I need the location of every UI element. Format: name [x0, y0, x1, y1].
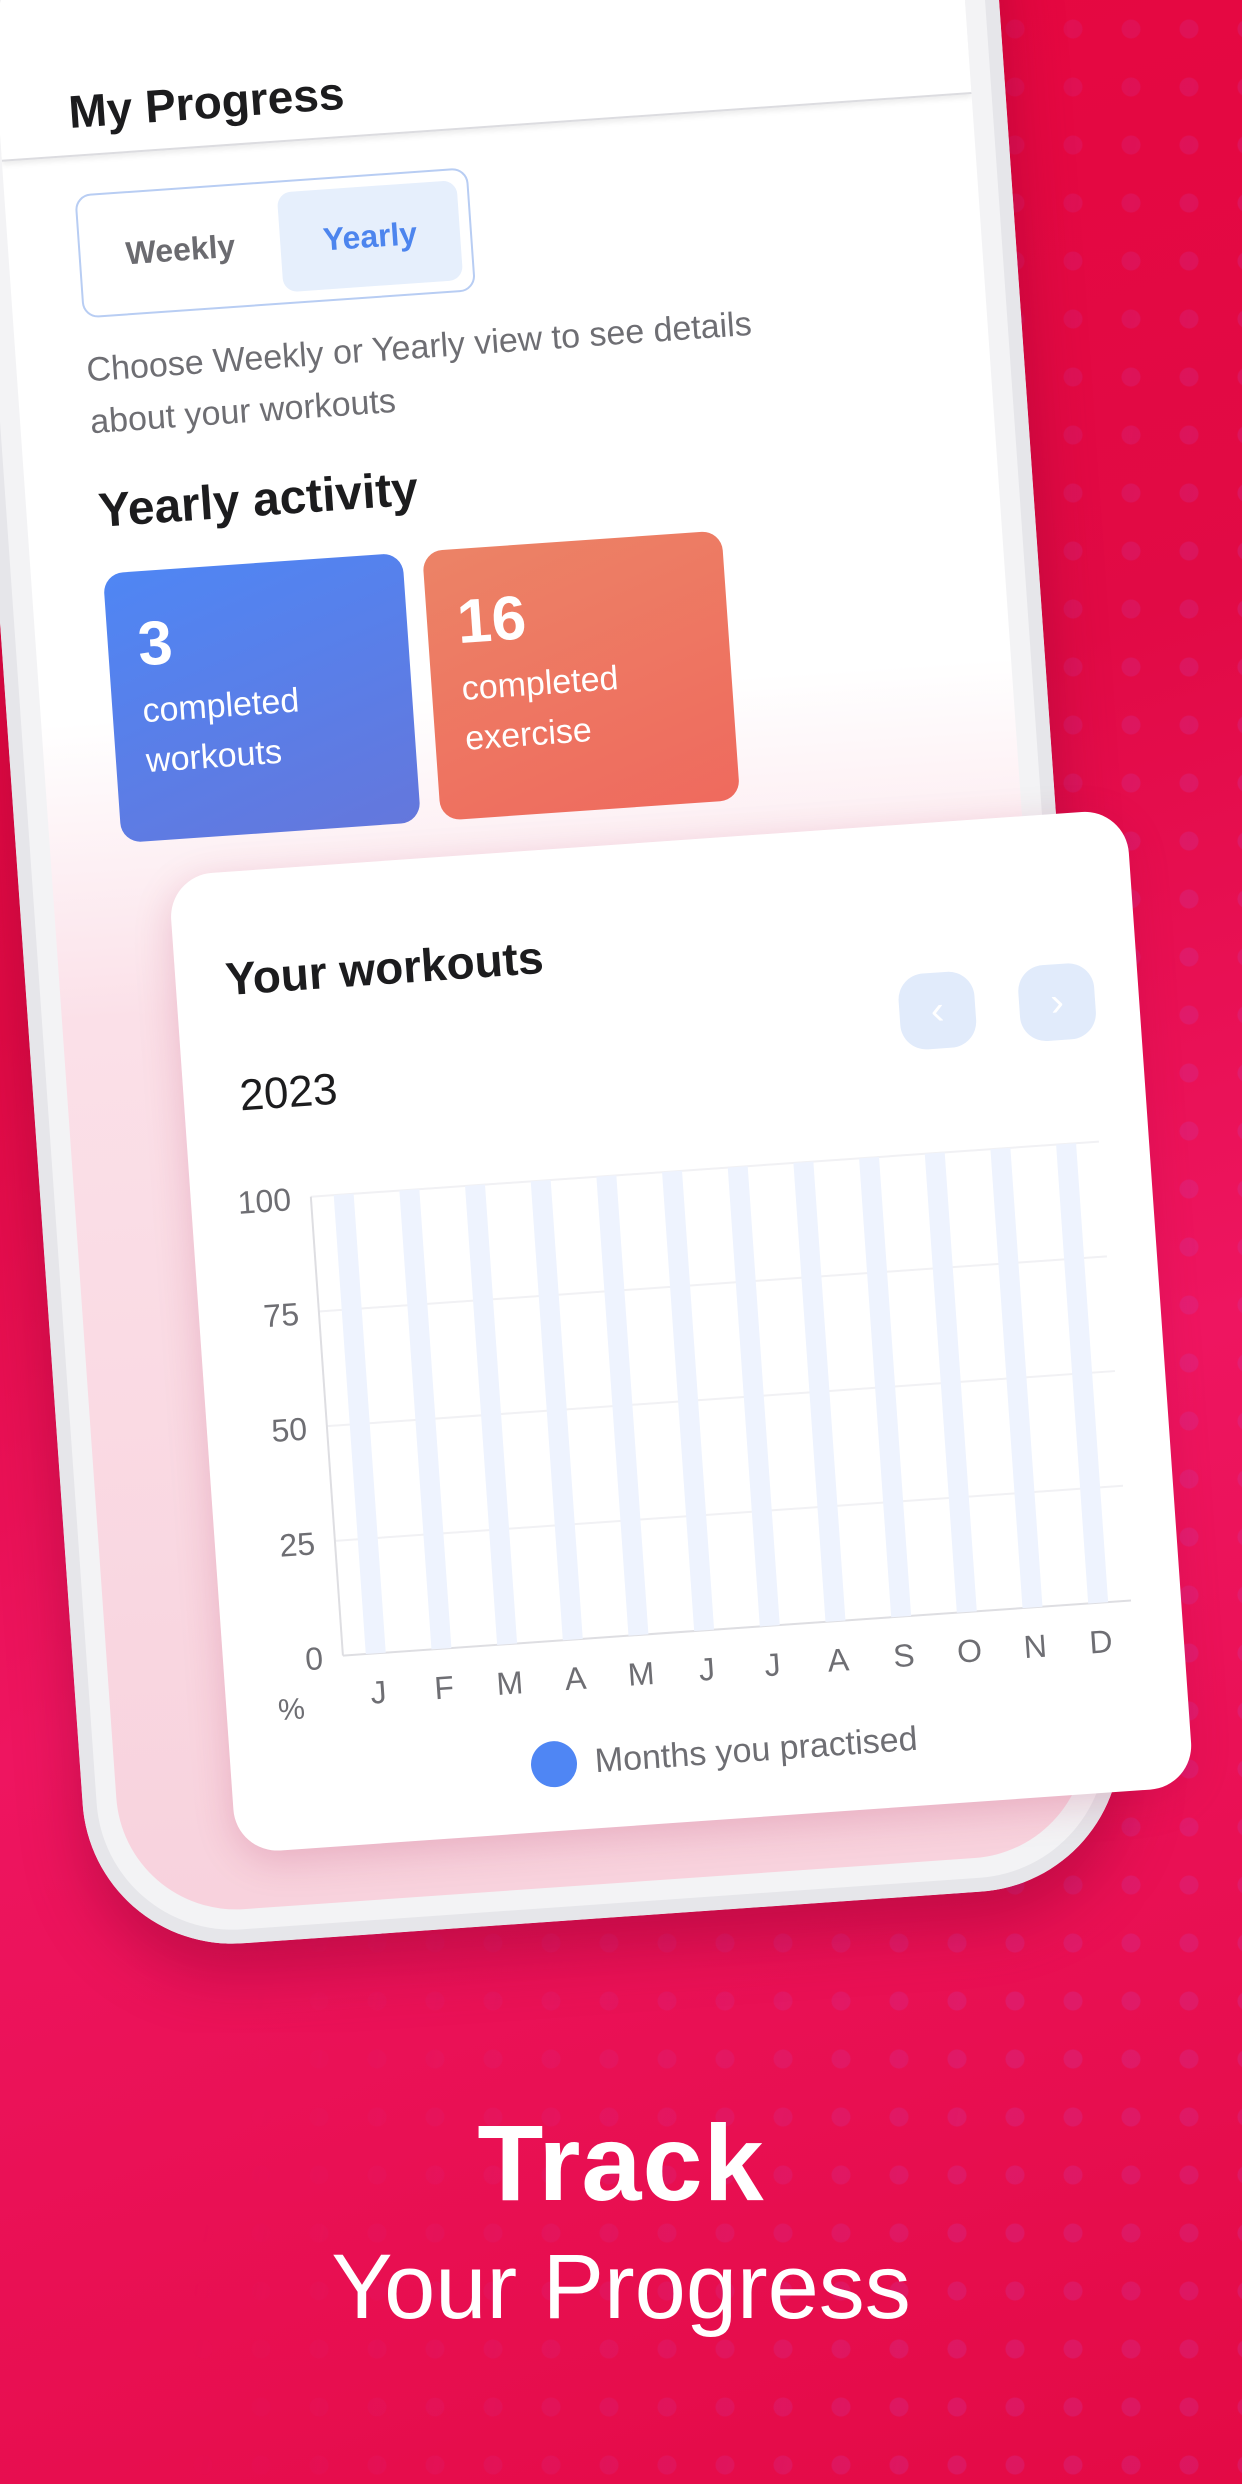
promo-headline: Track: [477, 2102, 765, 2223]
bar-track: [530, 1179, 583, 1641]
y-tick-label: 50: [270, 1411, 308, 1449]
workouts-card: Your workouts 2023 ‹ › 0 25 50 75 100 J F M A M J J…: [168, 808, 1195, 1854]
promo-text: Track Your Progress: [0, 2100, 1242, 2340]
yearly-activity-title: Yearly activity: [96, 462, 420, 538]
promo-subheadline: Your Progress: [331, 2236, 911, 2338]
stat-value: 3: [135, 608, 175, 680]
y-axis-unit-label: %: [277, 1692, 306, 1727]
helper-text: Choose Weekly or Yearly view to see deta…: [85, 304, 753, 442]
stat-card-exercise: 16 completed exercise: [422, 530, 741, 821]
y-tick-label: 75: [262, 1296, 300, 1334]
previous-year-button[interactable]: ‹: [896, 970, 978, 1052]
bar-track: [333, 1193, 386, 1655]
x-tick-label: J: [698, 1651, 716, 1688]
x-tick-label: M: [627, 1655, 656, 1693]
year-label: 2023: [237, 1064, 339, 1121]
x-tick-label: N: [1022, 1628, 1048, 1666]
stat-value: 16: [454, 583, 529, 658]
bar-track: [596, 1175, 649, 1636]
x-tick-label: J: [369, 1674, 387, 1711]
bar-track: [793, 1161, 846, 1622]
chevron-right-icon: ›: [1048, 979, 1066, 1025]
legend-swatch: [529, 1739, 579, 1789]
y-tick-label: 100: [236, 1181, 292, 1221]
chart-legend: Months you practised: [529, 1716, 919, 1789]
x-axis: [342, 1599, 1132, 1657]
x-tick-label: O: [956, 1632, 983, 1670]
x-tick-label: D: [1088, 1623, 1114, 1661]
x-tick-label: F: [433, 1669, 455, 1706]
workouts-bar-chart: 0 25 50 75 100 J F M A M J J A S O N D%: [236, 1140, 1132, 1727]
x-tick-label: M: [495, 1664, 524, 1702]
view-segmented-control: Weekly Yearly: [74, 167, 477, 319]
page-title: My Progress: [66, 66, 346, 138]
bar-track: [662, 1170, 715, 1632]
chevron-left-icon: ‹: [929, 987, 946, 1033]
segment-weekly[interactable]: Weekly: [87, 193, 274, 305]
bar-track: [859, 1157, 912, 1618]
workouts-card-title: Your workouts: [223, 930, 546, 1006]
gridline: [326, 1370, 1116, 1428]
bar-track: [399, 1189, 452, 1650]
bar-track: [1056, 1143, 1109, 1604]
bar-track: [990, 1147, 1043, 1609]
y-tick-label: 25: [278, 1525, 316, 1563]
x-tick-label: S: [892, 1637, 916, 1674]
header: My Progress: [0, 0, 972, 162]
x-tick-label: A: [826, 1641, 850, 1678]
gridline: [334, 1484, 1124, 1542]
phone-mockup: My Progress Weekly Yearly Choose Weekly …: [0, 0, 1195, 1954]
bar-track: [924, 1152, 977, 1613]
stat-label: completed workouts: [141, 681, 301, 781]
gridline: [318, 1255, 1108, 1313]
y-tick-label: 0: [304, 1640, 324, 1677]
x-tick-label: A: [564, 1660, 588, 1697]
bar-track: [727, 1166, 780, 1627]
stat-label: completed exercise: [460, 659, 620, 758]
x-tick-label: J: [763, 1646, 781, 1683]
stat-card-workouts: 3 completed workouts: [102, 552, 421, 844]
segment-yearly[interactable]: Yearly: [276, 180, 464, 293]
next-year-button[interactable]: ›: [1016, 961, 1098, 1043]
legend-label: Months you practised: [593, 1719, 919, 1780]
gridline: [310, 1140, 1099, 1198]
bar-track: [465, 1184, 518, 1645]
